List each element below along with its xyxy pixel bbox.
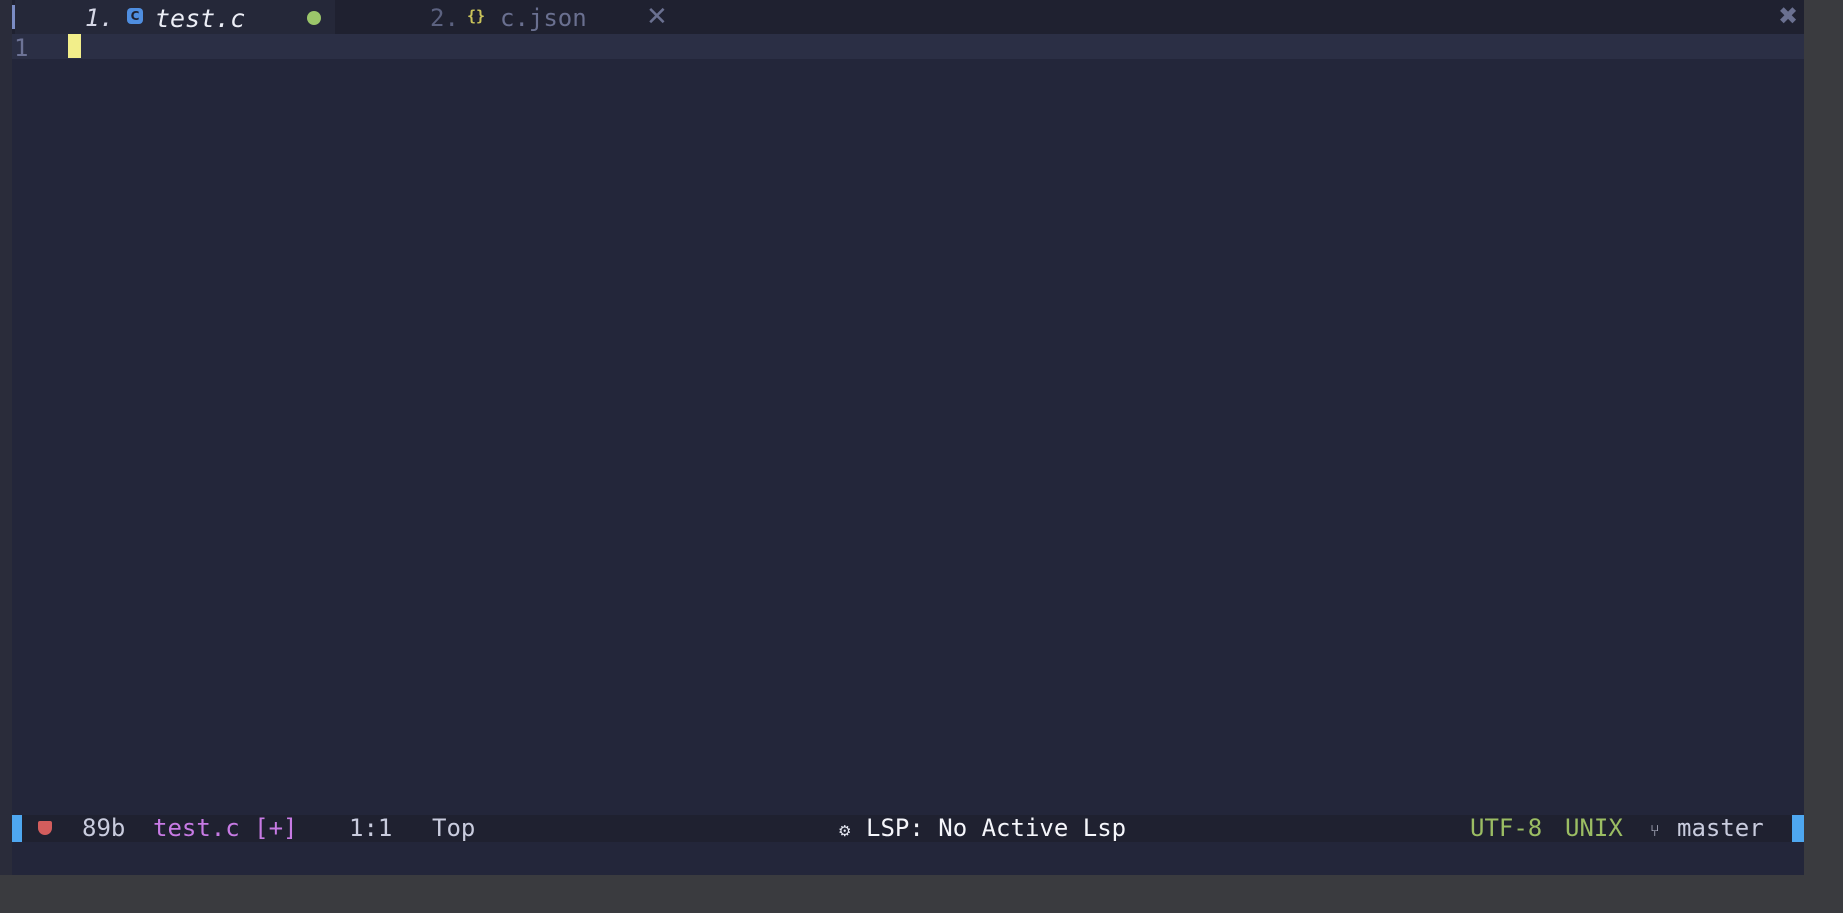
close-tab-icon[interactable]: ✕ bbox=[646, 2, 668, 32]
gear-network-icon: ⚙ bbox=[838, 822, 852, 840]
window-right-strip bbox=[1804, 0, 1843, 913]
tab-label: c.json bbox=[500, 4, 587, 32]
tab-index: 1. bbox=[85, 4, 114, 32]
file-encoding: UTF-8 bbox=[1470, 814, 1543, 842]
status-edge-right bbox=[1792, 815, 1804, 842]
json-file-icon: {} bbox=[467, 7, 486, 25]
tab-bar: 1. C test.c 2. {} c.json ✕ ✖ bbox=[12, 0, 1804, 34]
text-cursor bbox=[68, 34, 81, 58]
git-branch-icon: ⑂ bbox=[1650, 821, 1660, 840]
editor-buffer[interactable]: 1 bbox=[12, 34, 1804, 815]
cursor-line: 1 bbox=[12, 34, 1804, 62]
status-edge-left bbox=[12, 815, 22, 842]
git-branch: master bbox=[1677, 814, 1764, 842]
tab-test-c[interactable]: 1. C test.c bbox=[15, 0, 335, 34]
mode-icon bbox=[38, 821, 52, 835]
file-size: 89b bbox=[82, 814, 126, 842]
line-number: 1 bbox=[14, 34, 29, 62]
status-filename: test.c [+] bbox=[153, 814, 298, 842]
window-left-strip bbox=[0, 0, 12, 875]
tab-index: 2. bbox=[430, 4, 459, 32]
file-format: UNIX bbox=[1565, 814, 1623, 842]
tab-label: test.c bbox=[155, 4, 246, 33]
c-file-icon: C bbox=[127, 8, 143, 24]
cursor-position: 1:1 bbox=[349, 814, 393, 842]
editor-window: 1. C test.c 2. {} c.json ✕ ✖ 1 89b test.… bbox=[0, 0, 1843, 913]
modified-indicator-icon bbox=[307, 11, 321, 25]
command-line[interactable] bbox=[12, 842, 1804, 875]
status-line: 89b test.c [+] 1:1 Top ⚙ LSP: No Active … bbox=[12, 815, 1804, 842]
tab-c-json[interactable]: 2. {} c.json ✕ bbox=[346, 0, 676, 34]
close-all-icon[interactable]: ✖ bbox=[1778, 2, 1798, 30]
lsp-status: LSP: No Active Lsp bbox=[866, 814, 1127, 842]
scroll-position: Top bbox=[432, 814, 476, 842]
